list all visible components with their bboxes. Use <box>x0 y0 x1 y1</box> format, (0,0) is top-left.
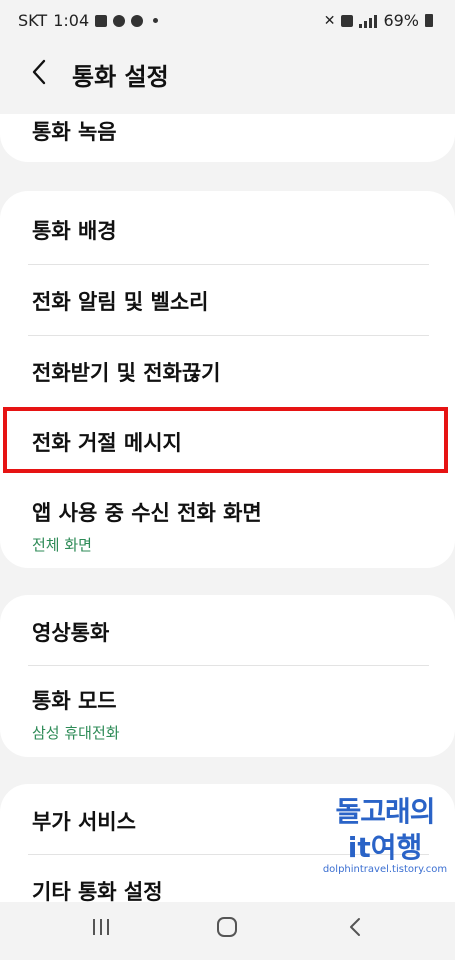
time-label: 1:04 <box>53 11 90 30</box>
home-icon <box>217 917 237 937</box>
watermark-line1: 돌고래의 <box>335 795 435 828</box>
recent-apps-icon <box>93 919 109 935</box>
settings-card-recording: 통화 녹음 <box>0 114 455 162</box>
recent-apps-button[interactable] <box>90 916 112 943</box>
back-nav-button[interactable] <box>346 916 364 943</box>
highlight-box <box>3 407 448 473</box>
battery-percent: 69% <box>383 11 419 30</box>
call-background-label: 통화 배경 <box>32 219 117 243</box>
more-notifications-icon <box>153 18 159 23</box>
signal-icon <box>359 14 378 28</box>
app-header: 통화 설정 <box>0 44 455 104</box>
watermark-url: dolphintravel.tistory.com <box>322 864 448 875</box>
call-alerts-label: 전화 알림 및 벨소리 <box>32 290 209 314</box>
chevron-left-icon <box>32 59 46 85</box>
settings-card-video: 영상통화 통화 모드 삼성 휴대전화 <box>0 595 455 757</box>
chat-icon <box>131 14 144 27</box>
divider <box>28 665 429 666</box>
carrier-label: SKT <box>18 11 48 30</box>
divider <box>28 264 429 265</box>
mute-icon: ✕ <box>323 12 336 29</box>
settings-card-main: 통화 배경 전화 알림 및 벨소리 전화받기 및 전화끊기 전화 거절 메시지 … <box>0 191 455 568</box>
answer-end-label: 전화받기 및 전화끊기 <box>32 361 221 385</box>
call-alerts-item[interactable]: 전화 알림 및 벨소리 <box>32 286 429 316</box>
gallery-icon <box>95 14 108 27</box>
incoming-display-value: 전체 화면 <box>32 536 92 554</box>
video-call-label: 영상통화 <box>32 621 110 645</box>
watermark: 돌고래의 it여행 dolphintravel.tistory.com <box>315 790 455 875</box>
network-icon <box>341 14 354 27</box>
call-background-item[interactable]: 통화 배경 <box>32 215 429 245</box>
back-button[interactable] <box>30 58 48 91</box>
video-call-item[interactable]: 영상통화 <box>32 617 429 647</box>
call-mode-label: 통화 모드 <box>32 689 117 713</box>
watermark-line2: it여행 <box>347 831 423 864</box>
call-recording-label: 통화 녹음 <box>32 120 117 144</box>
back-nav-icon <box>350 918 360 936</box>
page-title: 통화 설정 <box>72 63 169 91</box>
message-icon <box>113 14 126 27</box>
navigation-bar <box>0 902 455 960</box>
home-button[interactable] <box>216 916 238 943</box>
answer-end-item[interactable]: 전화받기 및 전화끊기 <box>32 357 429 387</box>
call-mode-value: 삼성 휴대전화 <box>32 724 120 742</box>
call-mode-item[interactable]: 통화 모드 삼성 휴대전화 <box>32 685 429 743</box>
incoming-display-label: 앱 사용 중 수신 전화 화면 <box>32 501 262 525</box>
call-recording-item[interactable]: 통화 녹음 <box>32 116 429 146</box>
divider <box>28 335 429 336</box>
battery-icon <box>425 14 433 27</box>
incoming-display-item[interactable]: 앱 사용 중 수신 전화 화면 전체 화면 <box>32 497 429 555</box>
status-bar: SKT 1:04 ✕ 69% <box>0 0 455 44</box>
